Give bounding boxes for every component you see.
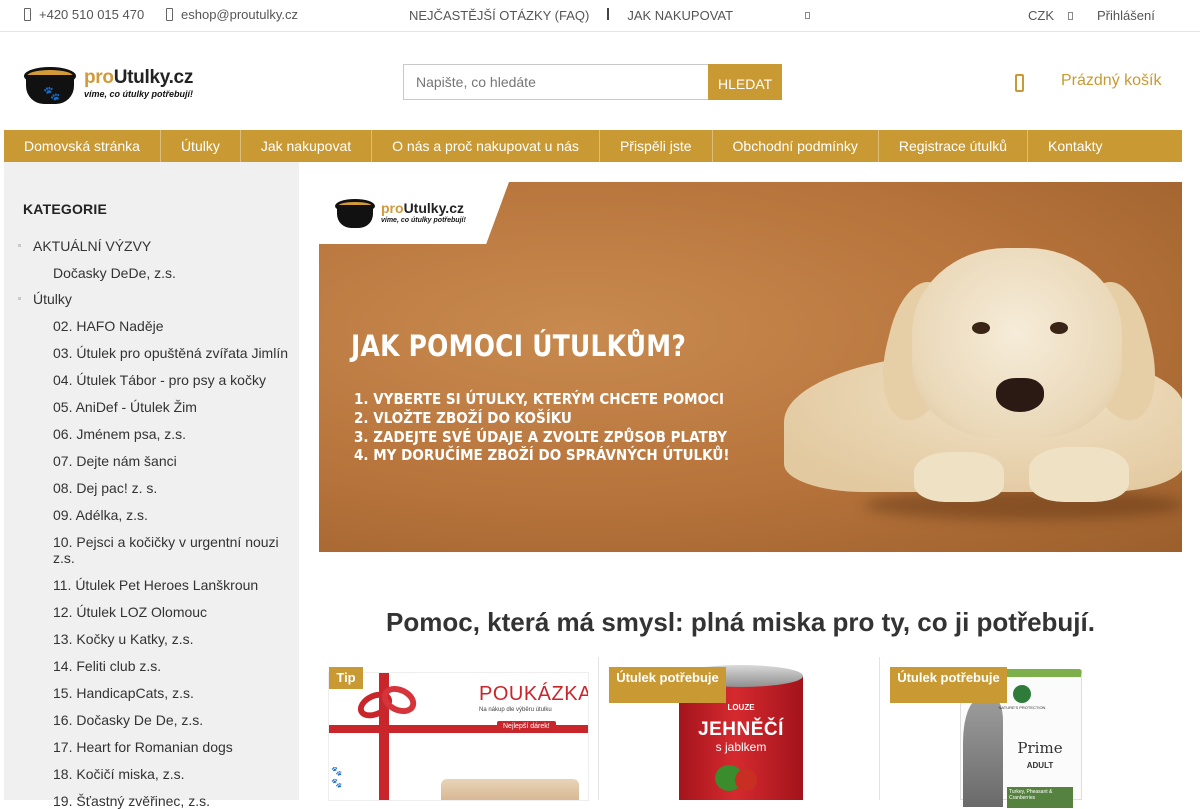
- pouch-flavour: Turkey, Pheasant & Cranberries: [1007, 787, 1073, 808]
- subcategory-item[interactable]: 17. Heart for Romanian dogs: [4, 739, 299, 755]
- product-badge: Útulek potřebuje: [890, 667, 1007, 703]
- subcategory-item[interactable]: 09. Adélka, z.s.: [4, 507, 299, 523]
- banner-step: 4. MY DORUČÍME ZBOŽÍ DO SPRÁVNÝCH ÚTULKŮ…: [354, 446, 730, 465]
- banner-logo-brand: proUtulky.cz: [381, 199, 464, 216]
- banner-logo: proUtulky.cz víme, co útulky potřebují!: [335, 196, 466, 228]
- hero-banner[interactable]: proUtulky.cz víme, co útulky potřebují! …: [319, 182, 1182, 552]
- product-card[interactable]: Tip POUKÁZKA Na nákup dle výběru útulku …: [318, 657, 599, 800]
- search-form: HLEDAT: [403, 64, 782, 100]
- main-navigation: Domovská stránka Útulky Jak nakupovat O …: [4, 130, 1182, 162]
- nav-item-how-to-buy[interactable]: Jak nakupovat: [241, 130, 373, 162]
- subcategory-item[interactable]: 02. HAFO Naděje: [4, 318, 299, 334]
- pouch-brand: NATURE'S PROTECTION: [998, 705, 1046, 710]
- paw-icon: 🐾 🐾: [331, 766, 343, 788]
- currency-value: CZK: [1028, 8, 1054, 23]
- email-contact[interactable]: eshop@proutulky.cz: [166, 7, 298, 22]
- category-sidebar: KATEGORIE AKTUÁLNÍ VÝZVY Dočasky DeDe, z.…: [4, 162, 299, 809]
- subcategory-item[interactable]: 08. Dej pac! z. s.: [4, 480, 299, 496]
- subcategory-item[interactable]: 16. Dočasky De De, z.s.: [4, 712, 299, 728]
- top-links: NEJČASTĚJŠÍ OTÁZKY (FAQ) JAK NAKUPOVAT: [409, 7, 733, 23]
- search-input[interactable]: [403, 64, 709, 100]
- more-links-icon[interactable]: [805, 12, 810, 19]
- logo-brand: proUtulky.cz: [84, 66, 194, 88]
- subcategory-item[interactable]: 18. Kočičí miska, z.s.: [4, 766, 299, 782]
- subcategory-item[interactable]: 05. AniDef - Útulek Žim: [4, 399, 299, 415]
- subcategory-item[interactable]: 03. Útulek pro opuštěná zvířata Jimlín: [4, 345, 299, 361]
- product-image-voucher[interactable]: POUKÁZKA Na nákup dle výběru útulku Nejl…: [329, 673, 588, 800]
- cart[interactable]: Prázdný košík: [1015, 70, 1161, 92]
- faq-link[interactable]: NEJČASTĚJŠÍ OTÁZKY (FAQ): [409, 8, 589, 23]
- bowl-logo-icon: 🐾: [24, 63, 76, 104]
- banner-step: 1. VYBERTE SI ÚTULKY, KTERÝM CHCETE POMO…: [354, 390, 725, 408]
- logo-tagline: víme, co útulky potřebují!: [84, 88, 194, 99]
- dog-photo: [784, 242, 1182, 552]
- subcategory-item[interactable]: 12. Útulek LOZ Olomouc: [4, 604, 299, 620]
- category-item[interactable]: Útulky: [4, 291, 299, 307]
- subcategory-item[interactable]: 11. Útulek Pet Heroes Lanškroun: [4, 577, 299, 593]
- nav-item-about[interactable]: O nás a proč nakupovat u nás: [372, 130, 600, 162]
- login-link[interactable]: Přihlášení: [1097, 8, 1155, 23]
- subcategory-item[interactable]: 19. Šťastný zvěřinec, z.s.: [4, 793, 299, 809]
- chevron-down-icon: [1068, 11, 1073, 20]
- how-to-buy-link[interactable]: JAK NAKUPOVAT: [627, 8, 733, 23]
- brand-leaf-icon: [1013, 685, 1031, 703]
- subcategory-item[interactable]: 04. Útulek Tábor - pro psy a kočky: [4, 372, 299, 388]
- product-badge: Útulek potřebuje: [609, 667, 726, 703]
- subcategory-item[interactable]: 15. HandicapCats, z.s.: [4, 685, 299, 701]
- cat-photo: [963, 699, 1003, 807]
- subcategory-item[interactable]: 10. Pejsci a kočičky v urgentní nouzi z.…: [4, 534, 299, 566]
- nav-item-home[interactable]: Domovská stránka: [4, 130, 161, 162]
- phone-contact[interactable]: +420 510 015 470: [24, 7, 144, 22]
- site-logo[interactable]: 🐾 proUtulky.cz víme, co útulky potřebují…: [24, 61, 214, 105]
- currency-selector[interactable]: CZK: [1028, 8, 1073, 23]
- cat-photo: [441, 779, 579, 800]
- voucher-title: POUKÁZKA: [479, 683, 588, 705]
- voucher-ribbon-label: Nejlepší dárek!: [497, 721, 556, 732]
- product-badge: Tip: [329, 667, 363, 689]
- top-bar: +420 510 015 470 eshop@proutulky.cz NEJČ…: [0, 0, 1200, 32]
- section-heading: Pomoc, která má smysl: plná miska pro ty…: [386, 607, 1095, 637]
- banner-headline: JAK POMOCI ÚTULKŮM?: [351, 329, 687, 363]
- subcategory-item[interactable]: 07. Dejte nám šanci: [4, 453, 299, 469]
- cart-icon: [1015, 74, 1024, 92]
- sidebar-title: KATEGORIE: [23, 201, 107, 217]
- search-button[interactable]: HLEDAT: [708, 64, 782, 100]
- banner-logo-tagline: víme, co útulky potřebují!: [381, 216, 466, 224]
- banner-step: 2. VLOŽTE ZBOŽÍ DO KOŠÍKU: [354, 408, 572, 427]
- banner-step: 3. ZADEJTE SVÉ ÚDAJE A ZVOLTE ZPŮSOB PLA…: [354, 427, 728, 446]
- voucher-subtitle: Na nákup dle výběru útulku: [479, 707, 552, 713]
- can-name: JEHNĚČÍ: [698, 719, 784, 740]
- phone-icon: [24, 8, 31, 21]
- nav-item-terms[interactable]: Obchodní podmínky: [713, 130, 879, 162]
- email-icon: [166, 8, 173, 21]
- email-address: eshop@proutulky.cz: [181, 7, 299, 22]
- subcategory-item[interactable]: Dočasky DeDe, z.s.: [4, 265, 299, 281]
- product-card[interactable]: Útulek potřebuje NATURE'S PROTECTION Pri…: [879, 657, 1160, 808]
- product-card[interactable]: Útulek potřebuje LOUZE JEHNĚČÍ s jablkem: [598, 657, 879, 800]
- banner-steps: 1. VYBERTE SI ÚTULKY, KTERÝM CHCETE POMO…: [354, 390, 729, 465]
- phone-number: +420 510 015 470: [39, 7, 145, 22]
- nav-item-shelters[interactable]: Útulky: [161, 130, 241, 162]
- subcategory-item[interactable]: 06. Jménem psa, z.s.: [4, 426, 299, 442]
- cart-label: Prázdný košík: [1061, 72, 1162, 89]
- pouch-name: Prime: [1017, 739, 1063, 757]
- nav-item-contacts[interactable]: Kontakty: [1028, 130, 1122, 162]
- can-brand: LOUZE: [727, 703, 755, 712]
- category-item[interactable]: AKTUÁLNÍ VÝZVY: [4, 238, 299, 254]
- subcategory-item[interactable]: 13. Kočky u Katky, z.s.: [4, 631, 299, 647]
- can-flavour: s jablkem: [715, 740, 767, 754]
- link-separator: [607, 7, 610, 20]
- pouch-line: ADULT: [1026, 761, 1054, 770]
- subcategory-item[interactable]: 14. Feliti club z.s.: [4, 658, 299, 674]
- nav-item-shelter-registration[interactable]: Registrace útulků: [879, 130, 1028, 162]
- nav-item-contributors[interactable]: Přispěli jste: [600, 130, 713, 162]
